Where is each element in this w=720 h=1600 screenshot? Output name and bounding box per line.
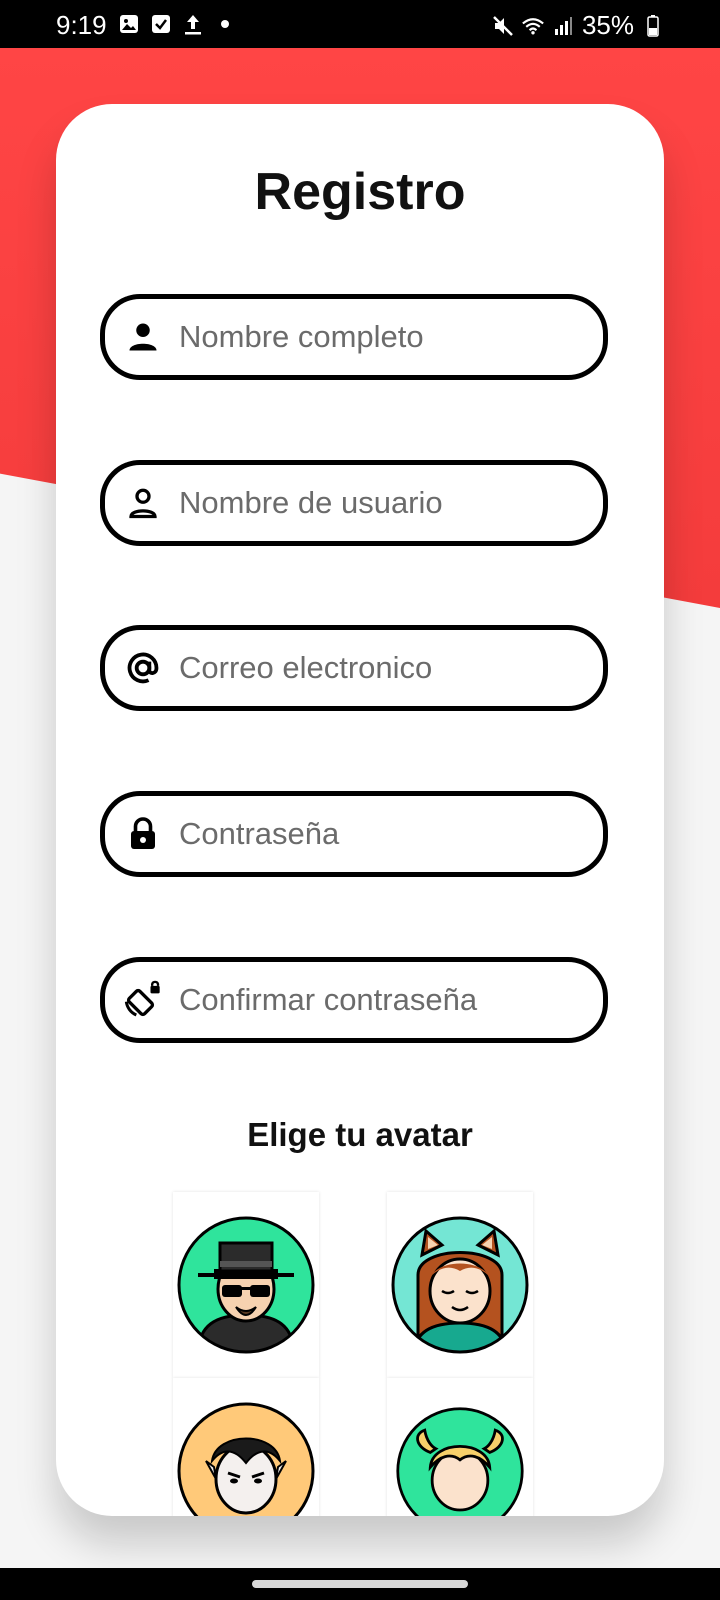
confirm-password-field[interactable] <box>100 957 608 1043</box>
email-field[interactable] <box>100 625 608 711</box>
full-name-input[interactable] <box>179 319 559 355</box>
person-outline-icon <box>123 483 163 523</box>
page-title: Registro <box>254 163 466 221</box>
girl-cat-ears-avatar <box>391 1216 529 1354</box>
screen-lock-rotation-icon <box>123 980 163 1020</box>
upload-icon <box>182 12 204 36</box>
blonde-girl-avatar <box>396 1407 524 1516</box>
signal-icon <box>552 14 574 38</box>
username-input[interactable] <box>179 485 559 521</box>
password-field[interactable] <box>100 791 608 877</box>
dot-icon <box>214 12 236 36</box>
status-time: 9:19 <box>56 10 107 40</box>
register-card: Registro Elige tu avatar <box>56 104 664 1516</box>
avatar-option-2[interactable] <box>387 1192 533 1378</box>
status-bar: 9:19 35% <box>0 0 720 48</box>
image-icon <box>118 12 140 36</box>
lock-icon <box>123 814 163 854</box>
battery-percent: 35% <box>581 10 634 40</box>
system-nav-bar <box>0 1568 720 1600</box>
avatar-option-3[interactable] <box>173 1378 319 1516</box>
avatar-option-1[interactable] <box>173 1192 319 1378</box>
avatar-option-4[interactable] <box>387 1378 533 1516</box>
vampire-avatar <box>177 1402 315 1516</box>
wifi-icon <box>522 14 544 38</box>
at-icon <box>123 648 163 688</box>
email-input[interactable] <box>179 650 559 686</box>
home-gesture-handle[interactable] <box>252 1580 468 1588</box>
full-name-field[interactable] <box>100 294 608 380</box>
mute-icon <box>492 14 514 38</box>
person-filled-icon <box>123 317 163 357</box>
confirm-password-input[interactable] <box>179 982 559 1018</box>
avatar-section-title: Elige tu avatar <box>247 1116 473 1153</box>
checkbox-icon <box>150 12 172 36</box>
battery-icon <box>642 14 664 38</box>
username-field[interactable] <box>100 460 608 546</box>
man-hat-sunglasses-avatar <box>177 1216 315 1354</box>
password-input[interactable] <box>179 816 559 852</box>
